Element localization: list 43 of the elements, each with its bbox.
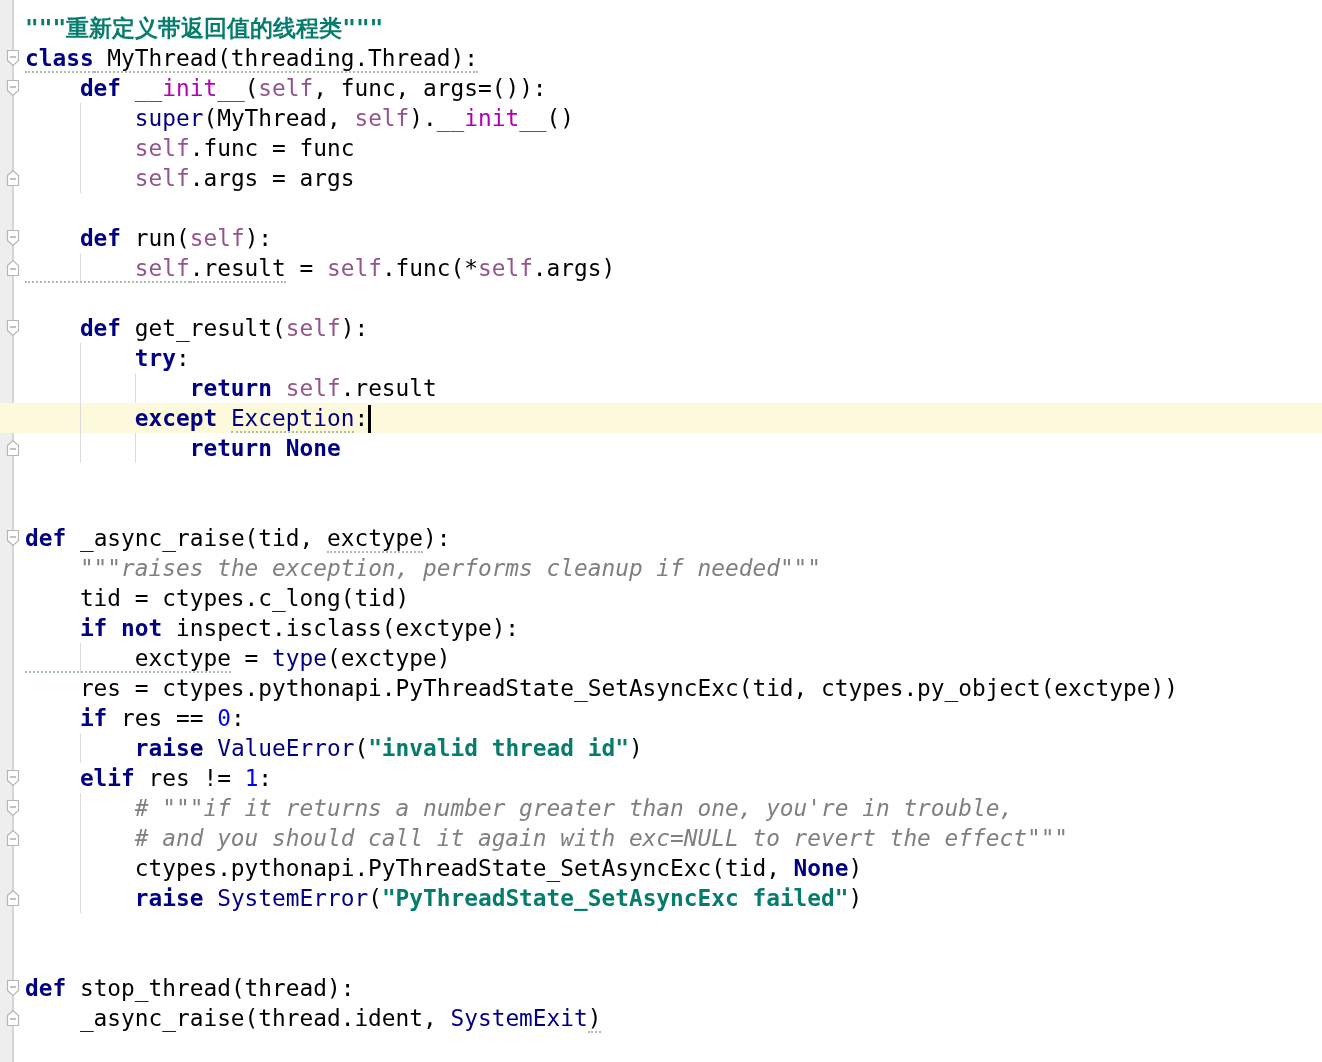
code-line: res = ctypes.pythonapi.PyThreadState_SetAsyncExc(tid, ctypes.py_object(exctype)) <box>78 674 1178 703</box>
fold-marker-icon[interactable] <box>6 979 20 997</box>
code-line: _async_raise(thread.ident, SystemExit) <box>78 1004 602 1033</box>
code-line: return self.result <box>188 374 437 403</box>
fold-marker-icon[interactable] <box>6 49 20 67</box>
code-line: def __init__(self, func, args=()): <box>78 74 547 103</box>
code-line: if res == 0: <box>78 704 245 733</box>
fold-marker-icon[interactable] <box>6 169 20 187</box>
code-line: raise ValueError("invalid thread id") <box>133 734 643 763</box>
code-line: ctypes.pythonapi.PyThreadState_SetAsyncExc(tid, None) <box>133 854 863 883</box>
code-line: elif res != 1: <box>78 764 273 793</box>
code-line: def run(self): <box>78 224 273 253</box>
code-line: def stop_thread(thread): <box>25 974 355 1003</box>
code-line: raise SystemError("PyThreadState_SetAsyncExc failed") <box>133 884 863 913</box>
code-line: self.func = func <box>133 134 355 163</box>
fold-marker-icon[interactable] <box>6 529 20 547</box>
code-line: tid = ctypes.c_long(tid) <box>78 584 410 613</box>
code-line: if not inspect.isclass(exctype): <box>78 614 520 643</box>
code-line: return None <box>188 434 341 463</box>
fold-marker-icon[interactable] <box>6 259 20 277</box>
code-line: exctype = type(exctype) <box>25 643 451 673</box>
fold-marker-icon[interactable] <box>6 1009 20 1027</box>
code-line: def _async_raise(tid, exctype): <box>25 524 451 553</box>
code-line: try: <box>133 344 190 373</box>
fold-marker-icon[interactable] <box>6 769 20 787</box>
code-line: """raises the exception, performs cleanup if needed""" <box>78 554 822 583</box>
code-line: self.result = self.func(*self.args) <box>25 253 616 283</box>
fold-marker-icon[interactable] <box>6 439 20 457</box>
fold-marker-icon[interactable] <box>6 829 20 847</box>
code-line: """重新定义带返回值的线程类""" <box>25 14 384 43</box>
code-line: self.args = args <box>133 164 355 193</box>
code-line: # and you should call it again with exc=NULL to revert the effect""" <box>133 824 1069 853</box>
fold-marker-icon[interactable] <box>6 799 20 817</box>
code-line: def get_result(self): <box>78 314 369 343</box>
fold-marker-icon[interactable] <box>6 79 20 97</box>
code-line: class MyThread(threading.Thread): <box>25 44 478 73</box>
text-caret <box>368 405 372 434</box>
fold-marker-icon[interactable] <box>6 319 20 337</box>
fold-marker-icon[interactable] <box>6 229 20 247</box>
code-line: except Exception: <box>25 402 372 434</box>
fold-marker-icon[interactable] <box>6 889 20 907</box>
code-line: super(MyThread, self).__init__() <box>133 104 575 133</box>
code-line: # """if it returns a number greater than one, you're in trouble, <box>133 794 1014 823</box>
